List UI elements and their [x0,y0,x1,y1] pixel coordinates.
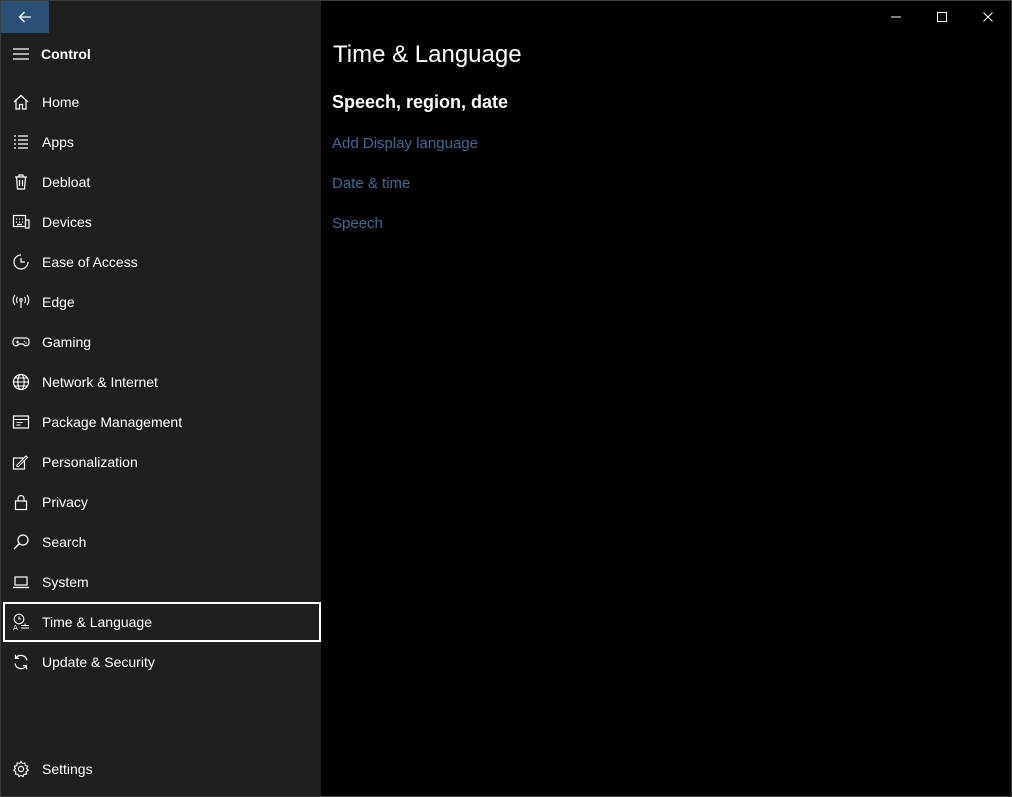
package-icon [12,413,30,431]
apps-list-icon [12,133,30,151]
sidebar-item-label: Update & Security [42,654,155,670]
sidebar-item-label: Home [42,94,80,110]
header: Control [1,37,321,71]
sidebar-item-label: Ease of Access [42,254,138,270]
sidebar-item-devices[interactable]: Devices [1,202,321,242]
sidebar-item-label: Package Management [42,414,183,430]
sidebar-item-home[interactable]: Home [1,82,321,122]
sidebar-item-ease-of-access[interactable]: Ease of Access [1,242,321,282]
add-display-language-link[interactable]: Add Display language [332,135,478,152]
hamburger-menu-button[interactable] [1,47,41,61]
minimize-icon [891,16,901,18]
trash-icon [12,173,30,191]
sidebar-item-search[interactable]: Search [1,522,321,562]
sidebar-item-label: Time & Language [42,614,152,630]
sidebar-item-time-language[interactable]: A Time & Language [3,602,321,642]
gear-icon [12,760,30,778]
back-button[interactable] [1,1,49,33]
page-title: Time & Language [333,41,522,68]
sidebar-item-label: Search [42,534,87,550]
date-time-link[interactable]: Date & time [332,175,410,192]
sidebar-item-label: Settings [42,761,93,777]
maximize-icon [937,12,947,22]
gamepad-icon [12,333,30,351]
sidebar-item-personalization[interactable]: Personalization [1,442,321,482]
sidebar-item-network[interactable]: Network & Internet [1,362,321,402]
broadcast-icon [12,293,30,311]
sidebar-item-apps[interactable]: Apps [1,122,321,162]
home-icon [12,93,30,111]
sidebar-item-label: Network & Internet [42,374,158,390]
sidebar-item-label: Personalization [42,454,138,470]
sidebar-item-label: Gaming [42,334,92,350]
sidebar-item-package-management[interactable]: Package Management [1,402,321,442]
sidebar-item-system[interactable]: System [1,562,321,602]
sidebar-item-update-security[interactable]: Update & Security [1,642,321,682]
sidebar-item-settings[interactable]: Settings [1,749,321,789]
sidebar-item-label: System [42,574,89,590]
ease-of-access-icon [12,253,30,271]
caption-buttons [873,1,1011,33]
keyboard-icon [12,213,30,231]
speech-link[interactable]: Speech [332,215,383,232]
time-language-icon: A [12,613,30,631]
app-title: Control [41,46,91,62]
sidebar-item-label: Privacy [42,494,88,510]
sidebar-item-debloat[interactable]: Debloat [1,162,321,202]
sidebar-item-label: Apps [42,134,74,150]
maximize-button[interactable] [919,1,965,33]
hamburger-icon [13,48,29,60]
search-icon [12,533,30,551]
sidebar-item-privacy[interactable]: Privacy [1,482,321,522]
svg-text:A: A [13,624,18,631]
back-arrow-icon [18,11,31,23]
nav-list: Home Apps Debloat Devices Ease of Access… [1,82,321,682]
app-window: Control Home Apps Debloat Devices Ease o… [0,0,1012,797]
sidebar: Control Home Apps Debloat Devices Ease o… [1,1,321,796]
close-icon [983,12,993,22]
laptop-icon [12,573,30,591]
sidebar-item-label: Devices [42,214,92,230]
lock-icon [12,493,30,511]
sidebar-item-edge[interactable]: Edge [1,282,321,322]
sync-icon [12,653,30,671]
section-title: Speech, region, date [332,92,509,112]
minimize-button[interactable] [873,1,919,33]
globe-icon [12,373,30,391]
close-button[interactable] [965,1,1011,33]
main-content: Time & Language Speech, region, date Add… [321,1,1011,796]
sidebar-item-gaming[interactable]: Gaming [1,322,321,362]
sidebar-item-label: Debloat [42,174,91,190]
sidebar-item-label: Edge [42,294,75,310]
paint-icon [12,453,30,471]
